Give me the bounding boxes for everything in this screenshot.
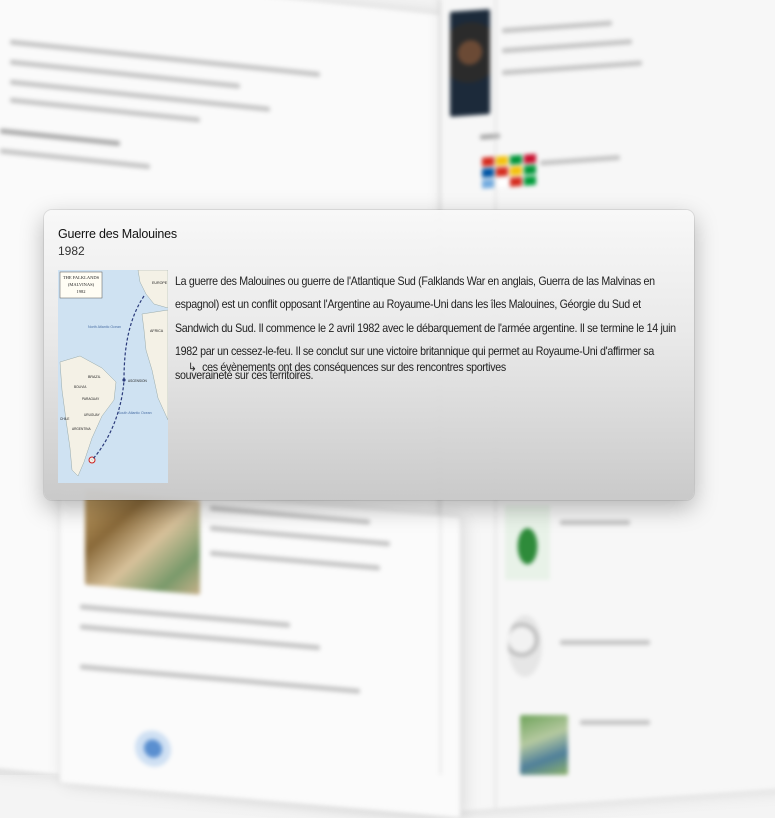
portrait-photo	[450, 9, 490, 117]
map-label-paraguay: PARAGUAY	[82, 397, 100, 401]
return-arrow-icon: ↳	[188, 361, 197, 374]
blurred-text	[80, 664, 360, 694]
map-label-argentina: ARGENTINA	[72, 427, 91, 431]
blurred-text	[0, 148, 150, 170]
blurred-text	[210, 550, 380, 571]
blurred-text	[580, 720, 650, 725]
blurred-text	[502, 20, 612, 34]
aerial-photo	[520, 715, 568, 775]
blurred-text	[210, 525, 390, 547]
banknotes-photo	[85, 489, 200, 595]
blurred-text	[80, 624, 320, 651]
un-logo	[135, 729, 171, 769]
event-card[interactable]: Guerre des Malouines 1982 THE FALKLANDS …	[44, 210, 694, 500]
blurred-text	[502, 39, 632, 54]
map-title-line2: (MALVINAS)	[68, 282, 95, 287]
map-label-north-atlantic: North Atlantic Ocean	[88, 325, 121, 329]
event-year: 1982	[58, 244, 85, 258]
blurred-text	[560, 520, 630, 525]
map-title-line1: THE FALKLANDS	[63, 275, 100, 280]
map-label-south-atlantic: South Atlantic Ocean	[118, 411, 152, 415]
blurred-text	[210, 505, 370, 525]
blurred-text	[480, 133, 500, 140]
related-event-link-text: ces évènements ont des conséquences sur …	[202, 361, 506, 374]
blurred-text	[560, 640, 650, 645]
map-label-chile: CHILE	[60, 417, 69, 421]
blurred-text	[502, 60, 642, 76]
event-title: Guerre des Malouines	[58, 227, 177, 241]
blurred-text	[0, 128, 120, 147]
blurred-text	[80, 604, 290, 628]
blurred-text	[540, 155, 620, 166]
background-page-mid	[60, 482, 460, 818]
map-label-uruguay: URUGUAY	[84, 413, 101, 417]
globe-image	[508, 615, 542, 677]
blurred-text	[10, 39, 320, 78]
map-label-bolivia: BOLIVIA	[74, 385, 87, 389]
map-label-brazil: BRAZIL	[88, 375, 101, 379]
flags-grid	[482, 153, 536, 189]
map-label-africa: AFRICA	[150, 329, 164, 333]
map-label-ascension: ASCENSION	[128, 379, 147, 383]
falklands-map-image[interactable]: THE FALKLANDS (MALVINAS) 1982 EUROPE Nor…	[58, 270, 168, 483]
map-title-line3: 1982	[77, 289, 86, 294]
americas-map	[505, 505, 550, 580]
map-label-europe: EUROPE	[152, 281, 168, 285]
related-event-link[interactable]: ↳ ces évènements ont des conséquences sur…	[188, 360, 506, 374]
